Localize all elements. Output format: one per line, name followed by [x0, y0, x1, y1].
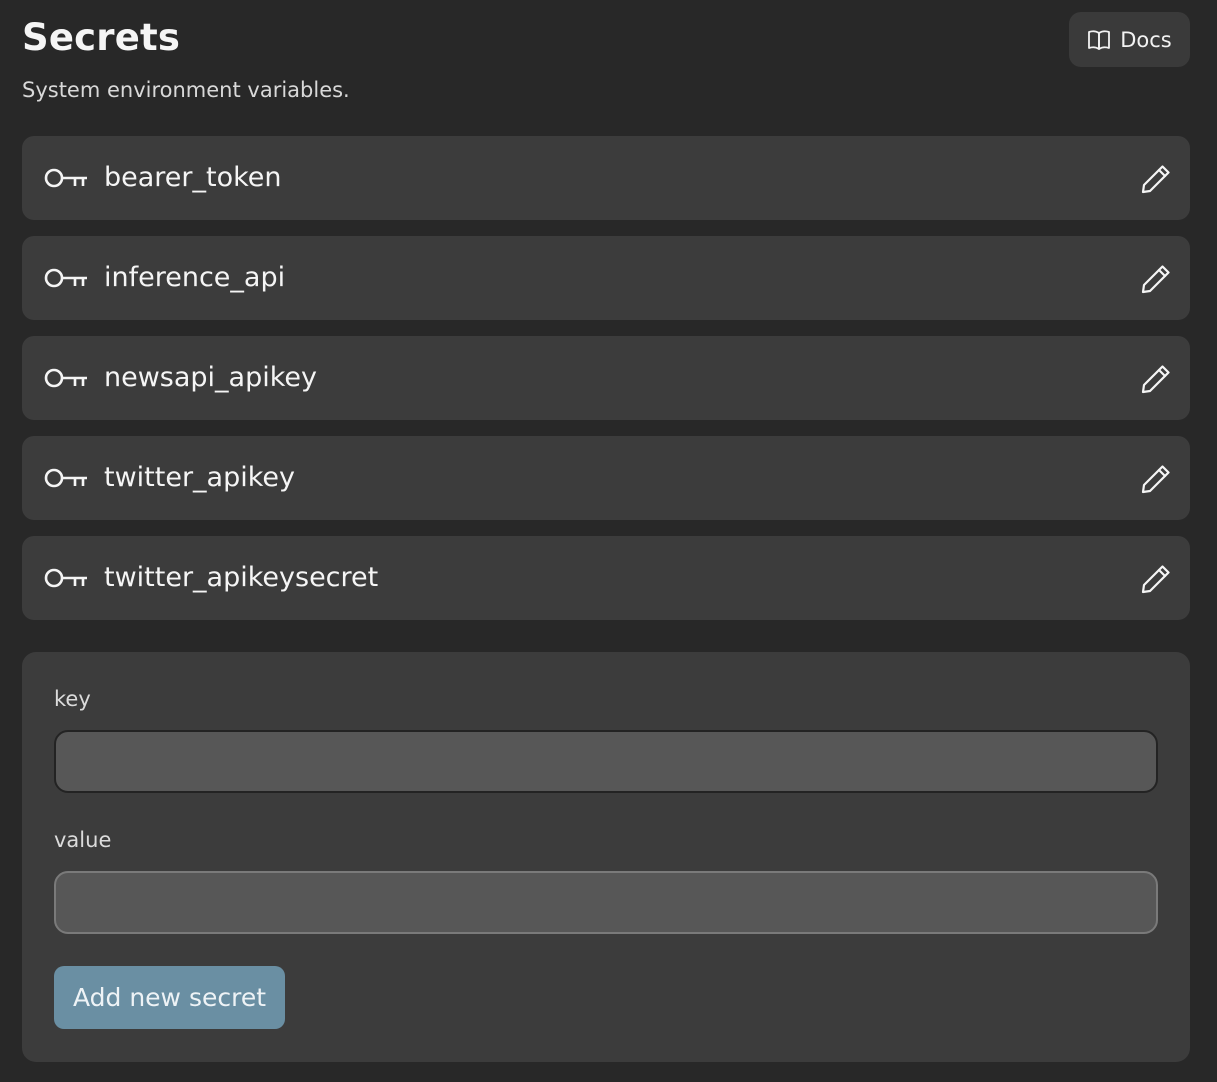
key-field-label: key: [54, 687, 91, 711]
add-new-secret-button[interactable]: Add new secret: [54, 966, 285, 1029]
secret-row: bearer_token: [22, 136, 1190, 220]
key-icon: [44, 467, 88, 489]
key-icon: [44, 367, 88, 389]
pencil-icon[interactable]: [1140, 263, 1172, 295]
key-icon: [44, 167, 88, 189]
pencil-icon[interactable]: [1140, 363, 1172, 395]
value-field-label: value: [54, 828, 112, 852]
pencil-icon[interactable]: [1140, 163, 1172, 195]
value-input[interactable]: [54, 871, 1158, 934]
key-input[interactable]: [54, 730, 1158, 793]
secret-row: twitter_apikeysecret: [22, 536, 1190, 620]
pencil-icon[interactable]: [1140, 463, 1172, 495]
secret-row: inference_api: [22, 236, 1190, 320]
pencil-icon[interactable]: [1140, 563, 1172, 595]
add-secret-form: key value Add new secret: [22, 652, 1190, 1062]
secret-name: bearer_token: [104, 162, 282, 193]
docs-button[interactable]: Docs: [1069, 12, 1190, 67]
key-icon: [44, 567, 88, 589]
secret-name: twitter_apikey: [104, 462, 296, 493]
secret-name: twitter_apikeysecret: [104, 562, 379, 593]
docs-label: Docs: [1120, 27, 1172, 52]
secret-name: newsapi_apikey: [104, 362, 318, 393]
secrets-page: Secrets System environment variables. Do…: [0, 0, 1217, 1082]
secret-row: twitter_apikey: [22, 436, 1190, 520]
secret-row: newsapi_apikey: [22, 336, 1190, 420]
secret-list: bearer_token inference_api newsapi_apike…: [22, 136, 1190, 636]
page-title: Secrets: [22, 16, 181, 59]
key-icon: [44, 267, 88, 289]
secret-name: inference_api: [104, 262, 286, 293]
book-open-icon: [1087, 29, 1111, 51]
page-subtitle: System environment variables.: [22, 78, 350, 102]
